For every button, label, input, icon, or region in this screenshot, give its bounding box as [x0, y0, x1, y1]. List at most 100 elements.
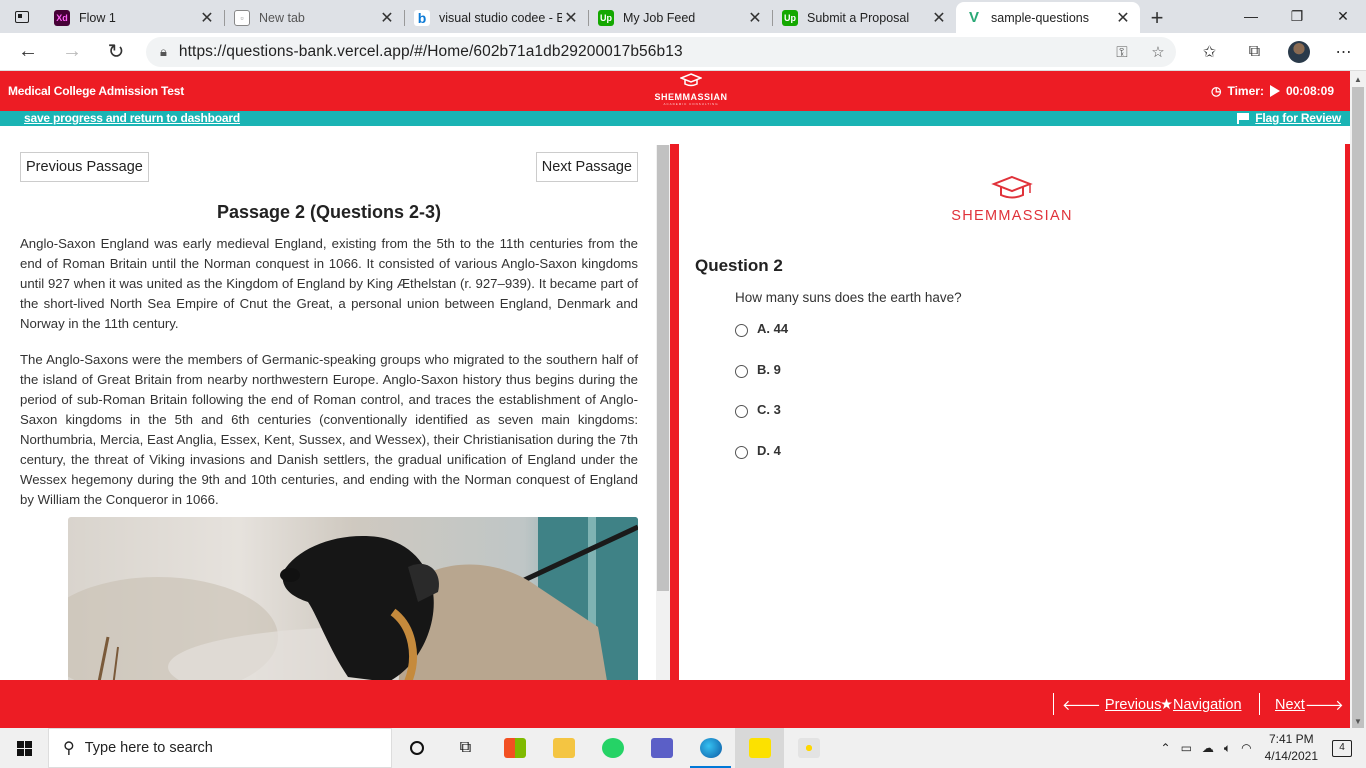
play-icon[interactable]: [1269, 85, 1280, 97]
refresh-button[interactable]: ↻: [94, 33, 138, 71]
window-controls: — ❐ ✕: [1228, 0, 1366, 32]
arrow-left-icon: 🡐: [1062, 697, 1105, 714]
next-passage-button[interactable]: Next Passage: [535, 152, 638, 182]
footer-separator: [1259, 693, 1260, 715]
restore-button[interactable]: ❐: [1274, 0, 1320, 32]
arrow-right-icon: 🡒: [1304, 697, 1344, 714]
flag-for-review-link[interactable]: Flag for Review: [1237, 111, 1341, 125]
notifications-icon[interactable]: 4: [1332, 739, 1352, 757]
question-panel: SHEMMASSIAN Question 2 How many suns doe…: [679, 145, 1345, 680]
close-icon[interactable]: ✕: [378, 8, 396, 28]
passage-body: Anglo-Saxon England was early medieval E…: [20, 234, 638, 526]
onedrive-icon[interactable]: ☁: [1202, 741, 1214, 755]
previous-question-button[interactable]: 🡐 Previous: [1062, 695, 1161, 715]
whatsapp-icon[interactable]: [588, 728, 637, 768]
passage-scrollbar[interactable]: [656, 145, 670, 680]
close-icon[interactable]: ✕: [1114, 8, 1132, 28]
page-scrollbar[interactable]: ▲ ▼: [1350, 71, 1366, 740]
clock[interactable]: 7:41 PM 4/14/2021: [1265, 731, 1318, 765]
edge-icon[interactable]: [686, 728, 735, 768]
next-label[interactable]: Next: [1275, 697, 1305, 713]
store-icon[interactable]: [490, 728, 539, 768]
new-tab-button[interactable]: +: [1140, 2, 1174, 33]
newtab-icon: ▫: [234, 9, 250, 26]
tab-actions-menu[interactable]: [0, 0, 44, 33]
graduation-cap-icon: [991, 175, 1033, 199]
browser-tab-proposal[interactable]: Up Submit a Proposal ✕: [772, 2, 956, 33]
favorites-icon[interactable]: ✩: [1187, 42, 1232, 62]
search-placeholder[interactable]: Type here to search: [85, 740, 213, 756]
start-button[interactable]: [0, 728, 48, 768]
bing-icon: b: [414, 9, 430, 26]
dog-photo: [68, 517, 638, 680]
navigation-label[interactable]: Navigation: [1173, 697, 1242, 713]
address-bar[interactable]: 🔒︎ https://questions-bank.vercel.app/#/H…: [146, 37, 1176, 67]
browser-tab-flow[interactable]: Xd Flow 1 ✕: [44, 2, 224, 33]
paint-icon[interactable]: [784, 728, 833, 768]
timer-label: Timer:: [1227, 84, 1264, 98]
url-text[interactable]: https://questions-bank.vercel.app/#/Home…: [179, 43, 1104, 61]
add-favorite-icon[interactable]: ☆: [1140, 43, 1176, 61]
cortana-icon[interactable]: [392, 728, 441, 768]
answer-option-c[interactable]: C. 3: [735, 402, 788, 443]
previous-passage-button[interactable]: Previous Passage: [20, 152, 149, 182]
close-icon[interactable]: ✕: [746, 8, 764, 28]
taskbar-search[interactable]: ⚲ Type here to search: [48, 728, 392, 768]
star-icon: ★: [1160, 697, 1173, 713]
navigation-button[interactable]: ★ Navigation: [1160, 695, 1242, 715]
close-icon[interactable]: ✕: [562, 8, 580, 28]
answer-option-a[interactable]: A. 44: [735, 321, 788, 362]
question-title: Question 2: [695, 256, 783, 275]
tab-title: New tab: [259, 10, 305, 25]
previous-label[interactable]: Previous: [1105, 697, 1161, 713]
key-icon[interactable]: ⚿: [1104, 44, 1140, 61]
profile-avatar[interactable]: [1288, 41, 1310, 63]
back-button[interactable]: ←: [6, 33, 50, 71]
forward-button[interactable]: →: [50, 33, 94, 71]
collections-icon[interactable]: ⧉: [1232, 43, 1277, 61]
close-icon[interactable]: ✕: [198, 8, 216, 28]
brand-name: SHEMMASSIAN: [654, 92, 728, 102]
clock-time: 7:41 PM: [1268, 732, 1314, 746]
radio-button[interactable]: [735, 445, 748, 459]
chevron-up-icon[interactable]: ⌃: [1161, 741, 1171, 755]
sticky-notes-icon[interactable]: [735, 728, 784, 768]
answer-option-b[interactable]: B. 9: [735, 362, 788, 403]
passage-scroll-thumb[interactable]: [657, 145, 669, 591]
answer-option-d[interactable]: D. 4: [735, 443, 788, 484]
option-letter: C.: [757, 402, 770, 417]
more-menu-icon[interactable]: ⋯: [1321, 42, 1366, 62]
page-scroll-thumb[interactable]: [1352, 87, 1364, 740]
minimize-button[interactable]: —: [1228, 0, 1274, 32]
next-question-button[interactable]: Next 🡒: [1275, 695, 1344, 715]
browser-tab-bing[interactable]: b visual studio codee - B ✕: [404, 2, 588, 33]
teams-icon[interactable]: [637, 728, 686, 768]
radio-button[interactable]: [735, 324, 748, 337]
close-window-button[interactable]: ✕: [1320, 0, 1366, 32]
radio-button[interactable]: [735, 405, 748, 418]
browser-tab-sample-questions[interactable]: V sample-questions ✕: [956, 2, 1140, 33]
file-explorer-icon[interactable]: [539, 728, 588, 768]
clock-date: 4/14/2021: [1264, 749, 1318, 763]
timer-value: 00:08:09: [1285, 84, 1334, 98]
save-progress-link[interactable]: save progress and return to dashboard: [24, 111, 240, 125]
wifi-icon[interactable]: ◠: [1241, 741, 1251, 755]
question-brand-logo: SHEMMASSIAN: [929, 175, 1095, 224]
scroll-down-icon[interactable]: ▼: [1354, 717, 1362, 726]
tab-title: Submit a Proposal: [807, 10, 910, 25]
battery-icon[interactable]: ▭: [1181, 741, 1192, 755]
lock-icon[interactable]: 🔒︎: [160, 44, 167, 60]
task-view-icon[interactable]: ⧉: [441, 728, 490, 768]
scroll-up-icon[interactable]: ▲: [1354, 75, 1362, 84]
footer-separator: [1053, 693, 1054, 715]
browser-tab-job-feed[interactable]: Up My Job Feed ✕: [588, 2, 772, 33]
browser-tab-newtab[interactable]: ▫ New tab ✕: [224, 2, 404, 33]
close-icon[interactable]: ✕: [930, 8, 948, 28]
flag-label[interactable]: Flag for Review: [1255, 111, 1341, 125]
volume-icon[interactable]: 🔈︎: [1224, 741, 1231, 756]
graduation-cap-icon: [678, 73, 704, 87]
clock-icon: ◷: [1211, 84, 1222, 98]
toolbar-right: ✩ ⧉ ⋯: [1187, 33, 1366, 71]
radio-button[interactable]: [735, 364, 748, 378]
option-letter: D.: [757, 442, 770, 458]
